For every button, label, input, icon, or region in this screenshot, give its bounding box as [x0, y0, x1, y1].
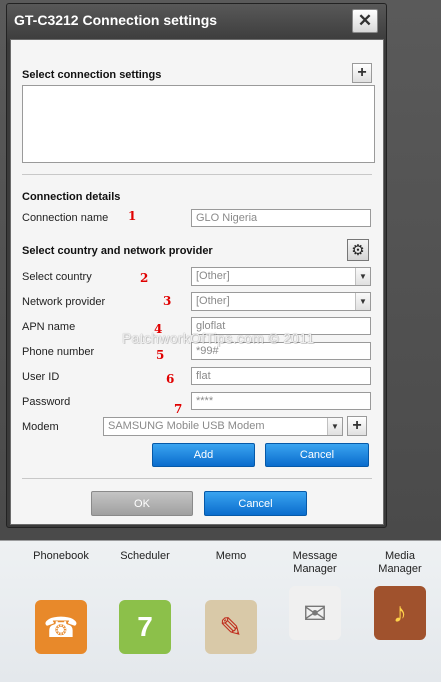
- launcher-label: Media Manager: [378, 550, 422, 575]
- media-manager-icon: ♪: [374, 586, 426, 640]
- modem-value: SAMSUNG Mobile USB Modem: [108, 420, 265, 432]
- connection-name-label: Connection name: [22, 212, 109, 224]
- country-provider-heading: Select country and network provider: [22, 245, 213, 257]
- user-id-field[interactable]: flat: [191, 367, 371, 385]
- chevron-down-icon: ▼: [355, 268, 370, 285]
- launcher-message-manager[interactable]: Message Manager ✉: [277, 550, 353, 640]
- launcher-memo[interactable]: Memo ✎: [193, 550, 269, 654]
- launcher-label: Phonebook: [33, 550, 89, 562]
- dialog-body: Select connection settings + Connection …: [10, 39, 384, 525]
- network-provider-label: Network provider: [22, 296, 106, 308]
- annotation-number: 5: [156, 348, 165, 362]
- gear-icon[interactable]: ⚙: [347, 239, 369, 261]
- annotation-number: 7: [174, 402, 183, 416]
- annotation-number: 2: [140, 271, 149, 285]
- phonebook-icon: ☎: [35, 600, 87, 654]
- annotation-number: 6: [166, 372, 175, 386]
- message-manager-icon: ✉: [289, 586, 341, 640]
- password-field[interactable]: ****: [191, 392, 371, 410]
- memo-icon: ✎: [205, 600, 257, 654]
- chevron-down-icon: ▼: [327, 418, 342, 435]
- add-modem-button[interactable]: +: [347, 416, 367, 436]
- divider: [22, 174, 372, 175]
- launcher-label: Memo: [215, 550, 247, 562]
- select-connection-heading: Select connection settings: [22, 69, 162, 81]
- close-button[interactable]: ✕: [352, 9, 378, 33]
- scheduler-icon: 7: [119, 600, 171, 654]
- launcher-scheduler[interactable]: Scheduler 7: [107, 550, 183, 654]
- modem-dropdown[interactable]: SAMSUNG Mobile USB Modem ▼: [103, 417, 343, 436]
- country-value: [Other]: [196, 270, 230, 282]
- launcher-media-manager[interactable]: Media Manager ♪: [362, 550, 438, 640]
- annotation-number: 3: [163, 294, 172, 308]
- dialog-title: GT-C3212 Connection settings: [14, 12, 218, 28]
- connection-details-heading: Connection details: [22, 191, 121, 203]
- watermark: PatchworkOfTips.com © 2011: [122, 330, 315, 346]
- annotation-number: 1: [128, 209, 137, 223]
- cancel-details-button[interactable]: Cancel: [265, 443, 369, 467]
- country-dropdown[interactable]: [Other] ▼: [191, 267, 371, 286]
- password-label: Password: [22, 396, 71, 408]
- launcher-phonebook[interactable]: Phonebook ☎: [23, 550, 99, 654]
- divider: [22, 478, 372, 479]
- cancel-button[interactable]: Cancel: [204, 491, 307, 516]
- add-connection-button[interactable]: +: [352, 63, 372, 83]
- chevron-down-icon: ▼: [355, 293, 370, 310]
- phone-number-label: Phone number: [22, 346, 95, 358]
- connection-list[interactable]: [22, 85, 375, 163]
- connection-name-field[interactable]: GLO Nigeria: [191, 209, 371, 227]
- apn-name-label: APN name: [22, 321, 76, 333]
- network-provider-value: [Other]: [196, 295, 230, 307]
- connection-settings-dialog: GT-C3212 Connection settings ✕ Select co…: [6, 3, 387, 528]
- launcher-label: Message Manager: [292, 550, 338, 575]
- ok-button[interactable]: OK: [91, 491, 193, 516]
- modem-label: Modem: [22, 421, 59, 433]
- user-id-label: User ID: [22, 371, 60, 383]
- network-provider-dropdown[interactable]: [Other] ▼: [191, 292, 371, 311]
- select-country-label: Select country: [22, 271, 92, 283]
- add-button[interactable]: Add: [152, 443, 255, 467]
- launcher-label: Scheduler: [120, 550, 170, 562]
